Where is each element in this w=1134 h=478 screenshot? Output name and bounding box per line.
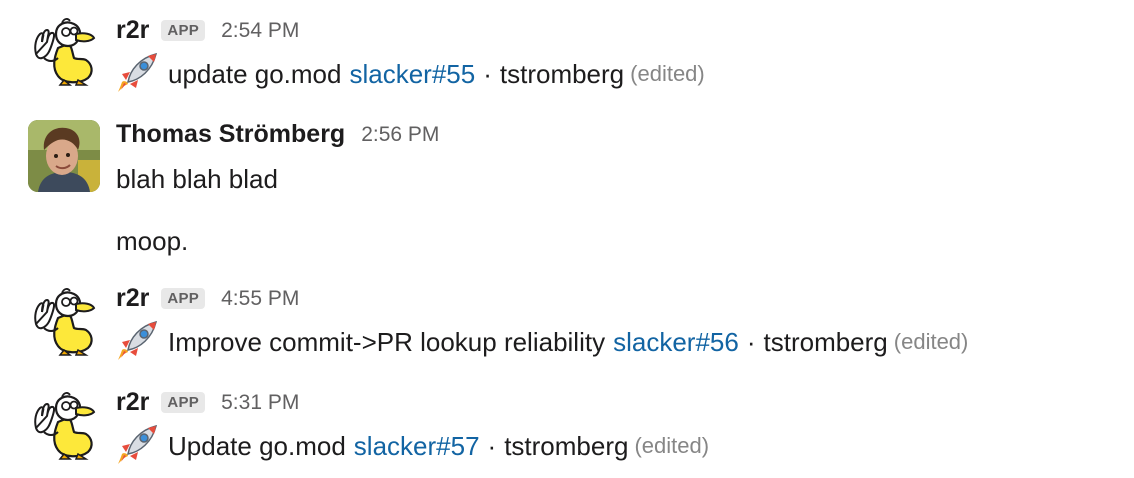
avatar[interactable]	[28, 388, 100, 460]
message-text: Update go.mod	[168, 430, 346, 461]
edited-label: (edited)	[630, 61, 705, 86]
rocket-icon	[116, 318, 160, 362]
pr-link[interactable]: slacker#56	[613, 327, 739, 358]
separator: ·	[487, 430, 497, 461]
sender-name[interactable]: r2r	[116, 16, 149, 45]
separator: ·	[746, 326, 756, 357]
app-badge: APP	[161, 392, 206, 413]
rocket-icon	[116, 50, 160, 94]
duck-avatar-icon	[28, 14, 100, 86]
timestamp[interactable]: 2:54 PM	[221, 19, 299, 43]
duck-avatar-icon	[28, 284, 100, 356]
edited-label: (edited)	[634, 433, 710, 458]
app-badge: APP	[161, 20, 206, 41]
user-photo-icon	[28, 120, 100, 192]
message-text: blah blah blad	[116, 164, 278, 194]
separator: ·	[483, 58, 492, 89]
message-text: update go.mod	[168, 58, 342, 89]
message-text: Improve commit->PR lookup reliability	[168, 326, 606, 357]
avatar[interactable]	[28, 14, 100, 86]
pr-link[interactable]: slacker#57	[354, 431, 480, 462]
timestamp[interactable]: 5:31 PM	[221, 391, 299, 415]
pr-link[interactable]: slacker#55	[349, 59, 475, 90]
timestamp[interactable]: 4:55 PM	[221, 287, 299, 311]
message-text: moop.	[116, 226, 189, 256]
sender-name[interactable]: Thomas Strömberg	[116, 120, 345, 149]
sender-name[interactable]: r2r	[116, 388, 149, 417]
author-name: tstromberg	[504, 430, 629, 461]
edited-label: (edited)	[893, 329, 969, 354]
author-name: tstromberg	[499, 58, 625, 89]
avatar[interactable]	[28, 120, 100, 192]
sender-name[interactable]: r2r	[116, 284, 149, 313]
app-badge: APP	[161, 288, 206, 309]
rocket-icon	[116, 422, 160, 466]
duck-avatar-icon	[28, 388, 100, 460]
avatar[interactable]	[28, 284, 100, 356]
author-name: tstromberg	[763, 326, 888, 357]
timestamp[interactable]: 2:56 PM	[361, 123, 439, 147]
